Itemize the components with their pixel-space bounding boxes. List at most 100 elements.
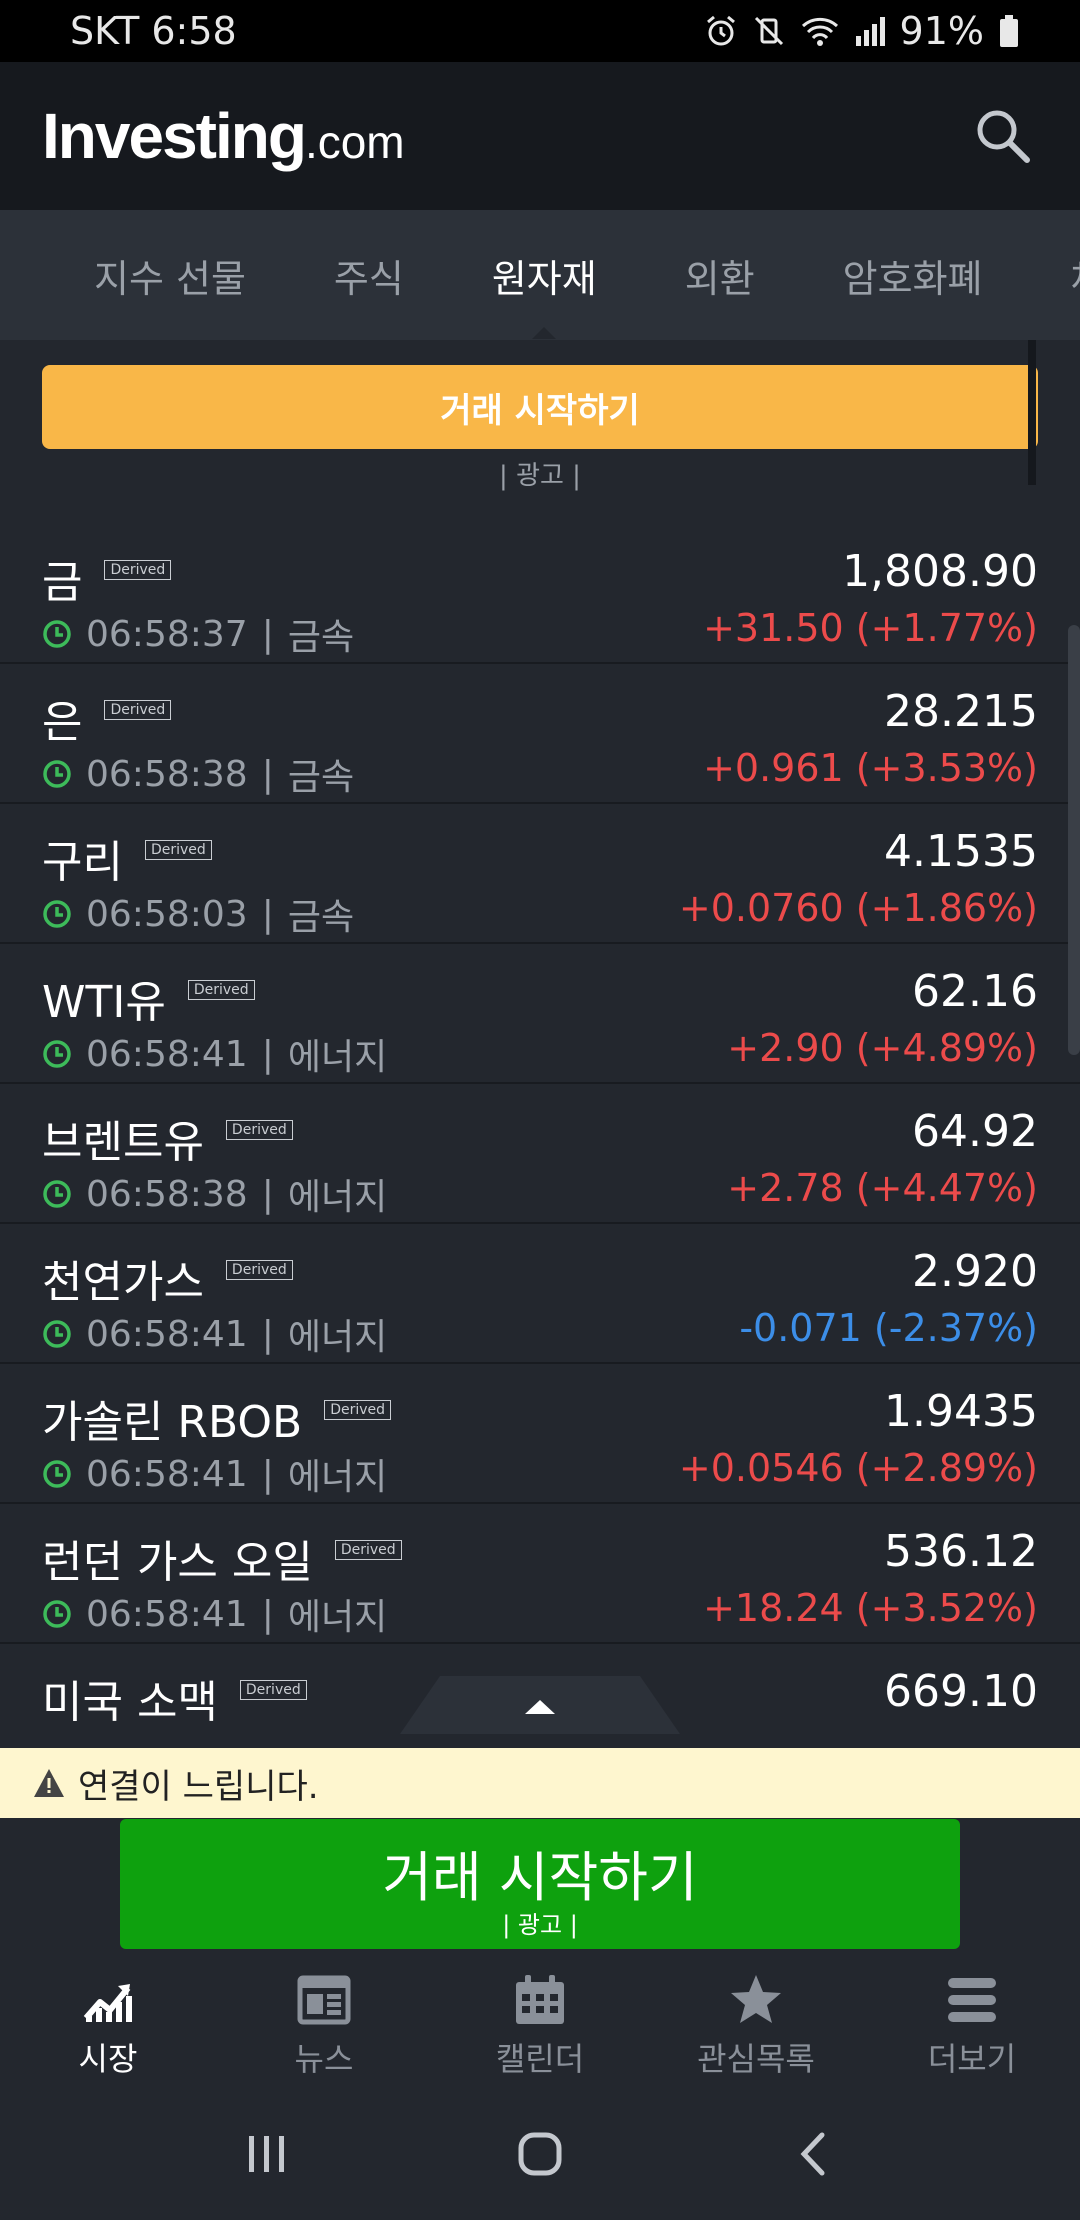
home-button[interactable] — [500, 2114, 580, 2194]
tab-commodities-label: 원자재 — [491, 256, 597, 301]
commodity-category: 금속 — [287, 617, 355, 658]
list-scrollbar[interactable] — [1068, 625, 1080, 1055]
nav-more[interactable]: 더보기 — [864, 1958, 1080, 2088]
ad-start-trading-button-bottom[interactable]: 거래 시작하기 | 광고 | — [120, 1819, 960, 1949]
derived-badge: Derived — [104, 700, 172, 720]
commodity-price: 1.9435 — [884, 1386, 1038, 1437]
ad-scrollbar — [1028, 340, 1036, 485]
bottom-navigation: 시장 뉴스 캘린더 관심목록 더보기 — [0, 1958, 1080, 2088]
commodity-change: +0.0760 (+1.86%) — [678, 886, 1038, 930]
commodity-name: 구리 — [42, 837, 123, 888]
meta-separator: | — [261, 1593, 274, 1635]
commodity-category: 에너지 — [287, 1177, 388, 1218]
commodity-category: 에너지 — [287, 1597, 388, 1638]
commodity-row[interactable]: 브렌트유 Derived 64.92 06:58:38 | 에너지 +2.78 (+4.47… — [0, 1084, 1080, 1224]
investing-logo[interactable]: Investing .com — [42, 99, 405, 173]
logo-main-text: Investing — [42, 100, 307, 172]
commodity-row[interactable]: 금 Derived 1,808.90 06:58:37 | 금속 +31.50 (+1.77… — [0, 524, 1080, 664]
home-icon — [518, 2132, 562, 2176]
commodity-row[interactable]: 천연가스 Derived 2.920 06:58:41 | 에너지 -0.071 (-2.3… — [0, 1224, 1080, 1364]
commodity-category: 에너지 — [287, 1457, 388, 1498]
tab-commodities[interactable]: 원자재 — [491, 248, 597, 339]
commodity-time: 06:58:41 — [86, 1033, 248, 1075]
ad-label-top: | 광고 | — [499, 461, 581, 491]
calendar-icon — [516, 1975, 564, 2024]
commodity-meta: 06:58:37 | 금속 — [42, 608, 354, 660]
menu-icon — [948, 1978, 996, 2022]
commodity-meta: 06:58:41 | 에너지 — [42, 1028, 387, 1080]
battery-icon — [1000, 15, 1018, 47]
commodity-meta: 06:58:03 | 금속 — [42, 888, 354, 940]
active-tab-indicator — [532, 326, 557, 339]
commodity-time: 06:58:41 — [86, 1453, 248, 1495]
commodity-meta: 06:58:38 | 에너지 — [42, 1168, 387, 1220]
commodity-row[interactable]: 가솔린 RBOB Derived 1.9435 06:58:41 | 에너지 +0.0546… — [0, 1364, 1080, 1504]
clock-icon — [43, 760, 71, 788]
commodity-row[interactable]: 런던 가스 오일 Derived 536.12 06:58:41 | 에너지 +18.24 … — [0, 1504, 1080, 1644]
commodity-name: 금 — [42, 557, 83, 608]
tab-stocks[interactable]: 주식 — [334, 248, 404, 303]
tab-forex[interactable]: 외환 — [685, 248, 755, 303]
commodity-meta: 06:58:41 | 에너지 — [42, 1588, 387, 1640]
commodity-category: 금속 — [287, 757, 355, 798]
commodity-name: 브렌트유 — [42, 1117, 204, 1168]
commodity-change: -0.071 (-2.37%) — [739, 1306, 1038, 1350]
commodity-name: 가솔린 RBOB — [42, 1397, 303, 1448]
nav-calendar[interactable]: 캘린더 — [432, 1958, 648, 2088]
commodity-time: 06:58:03 — [86, 893, 248, 935]
tab-bonds[interactable]: 채 — [1071, 248, 1080, 303]
commodity-name-group: 구리 Derived — [42, 826, 212, 890]
derived-badge: Derived — [187, 980, 255, 1000]
commodity-price: 2.920 — [912, 1246, 1038, 1297]
meta-separator: | — [261, 1173, 274, 1215]
ad-start-trading-button-top[interactable]: 거래 시작하기 — [42, 365, 1038, 449]
meta-separator: | — [261, 1453, 274, 1495]
signal-icon — [855, 17, 885, 46]
commodity-price: 62.16 — [912, 966, 1038, 1017]
commodity-name-group: 미국 소맥 Derived — [42, 1666, 307, 1730]
commodity-row[interactable]: WTI유 Derived 62.16 06:58:41 | 에너지 +2.90 (+4.89… — [0, 944, 1080, 1084]
collapse-panel-handle[interactable] — [400, 1676, 680, 1734]
commodity-change: +0.961 (+3.53%) — [703, 746, 1038, 790]
back-icon — [800, 2132, 825, 2176]
commodity-category: 에너지 — [287, 1317, 388, 1358]
derived-badge: Derived — [144, 840, 212, 860]
app-header: Investing .com — [0, 62, 1080, 210]
nav-calendar-label: 캘린더 — [495, 2040, 585, 2078]
derived-badge: Derived — [239, 1680, 307, 1700]
commodity-meta: 06:58:41 | 에너지 — [42, 1308, 387, 1360]
commodity-change: +31.50 (+1.77%) — [703, 606, 1038, 650]
derived-badge: Derived — [225, 1120, 293, 1140]
back-button[interactable] — [773, 2114, 853, 2194]
commodity-row[interactable]: 은 Derived 28.215 06:58:38 | 금속 +0.961 (+3.53%) — [0, 664, 1080, 804]
wifi-icon — [801, 17, 838, 46]
clock-icon — [43, 620, 71, 648]
search-button[interactable] — [968, 101, 1038, 171]
commodity-time: 06:58:38 — [86, 753, 248, 795]
commodity-time: 06:58:41 — [86, 1313, 248, 1355]
status-carrier-time: SKT 6:58 — [70, 9, 237, 53]
nav-news-label: 뉴스 — [294, 2040, 354, 2078]
meta-separator: | — [261, 1313, 274, 1355]
clock-icon — [43, 1600, 71, 1628]
commodity-name: 은 — [42, 697, 83, 748]
commodity-row[interactable]: 구리 Derived 4.1535 06:58:03 | 금속 +0.0760 (+1.86… — [0, 804, 1080, 944]
tab-crypto[interactable]: 암호화폐 — [843, 248, 983, 303]
commodity-name: 미국 소맥 — [42, 1677, 218, 1728]
ad-bottom-title: 거래 시작하기 — [382, 1846, 698, 1909]
warning-text: 연결이 느립니다. — [78, 1766, 319, 1807]
nav-watchlist[interactable]: 관심목록 — [648, 1958, 864, 2088]
alarm-icon — [706, 15, 735, 46]
nav-watchlist-label: 관심목록 — [697, 2040, 815, 2078]
tab-index-futures[interactable]: 지수 선물 — [94, 248, 246, 303]
star-icon — [731, 1975, 781, 2023]
commodity-name-group: 은 Derived — [42, 686, 172, 750]
commodity-category: 금속 — [287, 897, 355, 938]
nav-markets[interactable]: 시장 — [0, 1958, 216, 2088]
recent-apps-button[interactable] — [227, 2114, 307, 2194]
meta-separator: | — [261, 1033, 274, 1075]
commodity-list: 금 Derived 1,808.90 06:58:37 | 금속 +31.50 (+1.77… — [0, 524, 1080, 1784]
clock-icon — [43, 1460, 71, 1488]
nav-news[interactable]: 뉴스 — [216, 1958, 432, 2088]
meta-separator: | — [261, 893, 274, 935]
